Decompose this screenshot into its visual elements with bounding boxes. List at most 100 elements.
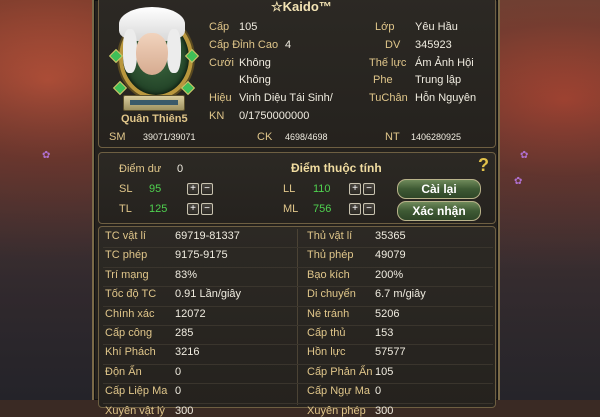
class-label: Lớp <box>375 21 395 33</box>
stat-label: Cấp Ngự Ma <box>307 385 370 398</box>
tl-label: TL <box>119 203 132 215</box>
stat-value: 5206 <box>375 307 400 320</box>
ml-value: 756 <box>313 203 332 215</box>
sl-minus-button[interactable]: − <box>201 183 213 195</box>
stat-value: 57577 <box>375 346 406 359</box>
background-shadow-right <box>490 0 600 400</box>
stat-value: 105 <box>375 365 394 378</box>
stat-value: 200% <box>375 268 404 281</box>
ll-plus-button[interactable]: + <box>349 183 361 195</box>
stat-label: Hồn lực <box>307 346 346 359</box>
married-value: Không <box>239 57 271 69</box>
dv-value: 345923 <box>415 39 452 51</box>
ll-minus-button[interactable]: − <box>363 183 375 195</box>
stat-label: Bạo kích <box>307 268 350 281</box>
row-divider <box>103 305 493 307</box>
stat-value: 0 <box>175 365 182 378</box>
profile-section: ☆Kaido™ Quân Thiên5 Cấp 105 Cấp Đỉnh Cao… <box>98 0 496 148</box>
tl-minus-button[interactable]: − <box>201 203 213 215</box>
gem-icon <box>112 80 128 96</box>
title-label: Hiệu <box>209 92 232 104</box>
row-divider <box>103 402 493 404</box>
stat-label: Cấp Liệp Ma <box>105 385 168 398</box>
stat-label: TC phép <box>105 249 148 262</box>
cultivation-label: TuChân <box>369 92 408 104</box>
sl-value: 95 <box>149 183 162 195</box>
ml-plus-button[interactable]: + <box>349 203 361 215</box>
sl-plus-button[interactable]: + <box>187 183 199 195</box>
stat-value: 49079 <box>375 249 406 262</box>
side-label: Phe <box>373 74 393 86</box>
ck-label: CK <box>257 131 273 143</box>
ml-minus-button[interactable]: − <box>363 203 375 215</box>
sm-label: SM <box>109 131 126 143</box>
tl-plus-button[interactable]: + <box>187 203 199 215</box>
stat-label: Trí mạng <box>105 268 149 281</box>
stat-value: 153 <box>375 327 394 339</box>
stats-section: TC vật lí 69719-81337 Thủ vật lí 35365 TC ph… <box>98 226 496 417</box>
side-value: Trung lập <box>415 74 462 86</box>
row-divider <box>103 344 493 346</box>
flower-decoration: ✿ <box>514 176 523 187</box>
ll-label: LL <box>283 183 296 195</box>
avatar-plate <box>123 95 185 111</box>
row-divider <box>103 247 493 249</box>
stat-label: TC vật lí <box>105 230 146 242</box>
stat-label: Di chuyển <box>307 288 356 301</box>
attribute-section: ? Điểm dư 0 Điểm thuộc tính SL 95 + − TL… <box>98 152 496 224</box>
avatar[interactable] <box>107 3 200 111</box>
peak-level-label: Cấp Đỉnh Cao <box>209 39 279 51</box>
nt-label: NT <box>385 131 400 143</box>
sl-label: SL <box>119 183 133 195</box>
stat-value: 300 <box>175 404 194 417</box>
stat-value: 12072 <box>175 307 206 320</box>
stat-label: Cấp công <box>105 327 153 339</box>
background-shadow-left <box>0 0 96 400</box>
level-label: Cấp <box>209 21 230 33</box>
exp-label: KN <box>209 110 225 122</box>
stat-label: Độn Ẩn <box>105 365 142 378</box>
row-divider <box>103 363 493 365</box>
hair-right <box>167 29 181 73</box>
rank-name: Quân Thiên5 <box>121 113 188 125</box>
stat-value: 285 <box>175 327 194 339</box>
stat-value: 35365 <box>375 230 406 242</box>
stat-value: 83% <box>175 268 198 281</box>
free-points-value: 0 <box>177 163 184 175</box>
stat-label: Xuyên phép <box>307 404 366 417</box>
stat-label: Thủ phép <box>307 249 354 262</box>
faction-value: Ám Ảnh Hội <box>415 57 474 69</box>
peak-level-value: 4 <box>285 39 292 51</box>
stat-label: Thủ vật lí <box>307 230 353 242</box>
stat-value: 9175-9175 <box>175 249 228 262</box>
stat-value: 0.91 Lần/giây <box>175 288 242 301</box>
flower-decoration: ✿ <box>520 150 529 161</box>
attributes-title: Điểm thuộc tính <box>291 161 382 175</box>
stat-value: 69719-81337 <box>175 230 240 242</box>
stat-value: 6.7 m/giây <box>375 288 426 301</box>
hair-left <box>123 29 137 73</box>
class-value: Yêu Hầu <box>415 21 458 33</box>
stat-label: Chính xác <box>105 307 155 320</box>
face <box>136 33 168 75</box>
tl-value: 125 <box>149 203 168 215</box>
married-label: Cưới <box>209 57 234 69</box>
exp-value: 0/1750000000 <box>239 110 310 122</box>
confirm-button[interactable]: Xác nhận <box>397 201 481 221</box>
row-divider <box>103 266 493 268</box>
stats-column-divider <box>297 229 298 405</box>
level-value: 105 <box>239 21 258 33</box>
ck-value: 4698/4698 <box>285 132 328 142</box>
stat-label: Xuyên vật lý <box>105 404 165 417</box>
stat-value: 0 <box>375 385 382 398</box>
avatar-plate-inner <box>130 100 178 105</box>
row-divider <box>103 383 493 385</box>
ll-value: 110 <box>313 183 331 195</box>
stat-label: Cấp Phản Ẩn <box>307 365 373 378</box>
stat-label: Cấp thủ <box>307 327 346 339</box>
stat-label: Khí Phách <box>105 346 156 359</box>
reset-button[interactable]: Cài lại <box>397 179 481 199</box>
partner-value: Không <box>239 74 271 86</box>
help-icon[interactable]: ? <box>478 155 489 176</box>
dv-label: DV <box>385 39 401 51</box>
